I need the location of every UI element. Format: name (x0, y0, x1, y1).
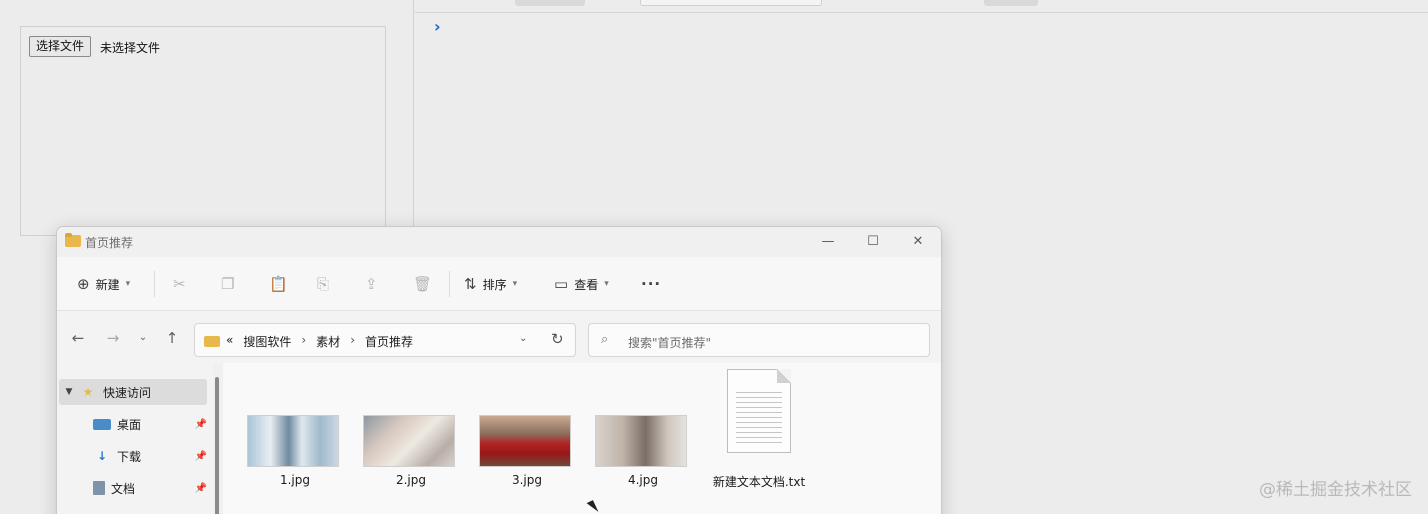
share-icon: ⇪ (365, 275, 378, 293)
nav-item-label: 快速访问 (103, 385, 152, 400)
nav-item-documents[interactable]: 文档 📌 (59, 475, 207, 501)
up-arrow-icon[interactable]: ↑ (161, 328, 183, 348)
view-button[interactable]: ▭ 查看 ▾ (554, 273, 609, 295)
nav-item-label: 文档 (111, 481, 136, 496)
download-icon: ↓ (96, 449, 108, 463)
nav-scrollbar[interactable] (213, 363, 223, 514)
content-area: ▼ ★ 快速访问 桌面 📌 ↓ 下载 📌 文档 📌 1.jpg 2.jpg 3.… (57, 363, 941, 514)
chevron-down-icon: ▾ (512, 279, 518, 289)
title-bar[interactable]: 首页推荐 — ☐ ✕ (57, 227, 941, 257)
new-label: 新建 (95, 277, 120, 292)
file-status-text: 未选择文件 (100, 41, 161, 55)
file-name: 1.jpg (279, 473, 311, 487)
image-thumbnail (363, 415, 455, 467)
pin-icon: 📌 (194, 482, 207, 494)
file-name: 2.jpg (395, 473, 427, 487)
clipboard-icon: 📋 (269, 275, 288, 293)
rename-button[interactable]: ⎘ (317, 273, 329, 295)
maximize-button[interactable]: ☐ (858, 231, 888, 253)
refresh-icon[interactable]: ↻ (551, 330, 564, 348)
delete-button[interactable]: 🗑 (413, 273, 432, 295)
image-thumbnail (479, 415, 571, 467)
new-button[interactable]: ⊕ 新建 ▾ (77, 273, 130, 295)
desktop-icon (93, 418, 111, 430)
separator (449, 271, 450, 297)
image-thumbnail (247, 415, 339, 467)
copy-icon: ❐ (221, 275, 235, 293)
breadcrumb-segment[interactable]: 搜图软件 (243, 333, 291, 350)
pin-icon: 📌 (194, 418, 207, 430)
search-icon: ⌕ (601, 332, 609, 347)
file-name: 新建文本文档.txt (712, 475, 806, 489)
nav-item-downloads[interactable]: ↓ 下载 📌 (59, 443, 207, 469)
view-icon: ▭ (554, 275, 569, 293)
back-arrow-icon[interactable]: ← (67, 328, 89, 348)
cut-button[interactable]: ✂ (173, 273, 186, 295)
document-icon (93, 481, 105, 495)
choose-file-button[interactable]: 选择文件 (29, 36, 92, 57)
breadcrumb-segment[interactable]: 首页推荐 (365, 333, 413, 350)
chevron-down-icon: ▾ (125, 279, 131, 289)
scrollbar-thumb[interactable] (215, 377, 219, 514)
share-button[interactable]: ⇪ (365, 273, 378, 295)
file-list: 1.jpg 2.jpg 3.jpg 4.jpg 新建文本文档.txt (237, 363, 941, 514)
pin-icon: 📌 (194, 450, 207, 462)
sort-label: 排序 (482, 277, 507, 292)
console-prompt-icon[interactable]: › (434, 17, 441, 36)
separator (154, 271, 155, 297)
trash-icon: 🗑 (413, 275, 433, 293)
more-icon: ··· (641, 275, 662, 293)
toolbar-filter-input[interactable] (640, 0, 822, 6)
breadcrumb-separator-icon: › (350, 333, 355, 347)
navigation-pane: ▼ ★ 快速访问 桌面 📌 ↓ 下载 📌 文档 📌 (57, 363, 213, 514)
address-field[interactable]: « 搜图软件 › 素材 › 首页推荐 ⌄ ↻ (194, 323, 576, 357)
upload-panel: 选择文件 未选择文件 (20, 26, 386, 236)
breadcrumb-separator-icon: › (301, 333, 307, 347)
folder-icon (65, 233, 81, 247)
star-icon: ★ (82, 385, 94, 399)
nav-item-desktop[interactable]: 桌面 📌 (59, 411, 207, 437)
file-name: 3.jpg (511, 473, 543, 487)
minimize-button[interactable]: — (813, 231, 843, 253)
scissors-icon: ✂ (173, 275, 186, 293)
nav-item-label: 桌面 (117, 417, 142, 432)
view-label: 查看 (574, 277, 599, 292)
chevron-down-icon: ▾ (604, 279, 609, 289)
breadcrumb-overflow[interactable]: « (226, 333, 233, 350)
breadcrumb-segment[interactable]: 素材 (316, 333, 340, 350)
nav-item-label: 下载 (117, 449, 142, 464)
image-thumbnail (595, 415, 687, 467)
close-button[interactable]: ✕ (903, 231, 933, 253)
file-name: 4.jpg (627, 473, 659, 487)
sort-button[interactable]: ⇅ 排序 ▾ (464, 273, 517, 295)
console-toolbar (415, 0, 1428, 13)
plus-circle-icon: ⊕ (77, 275, 90, 293)
chevron-down-icon[interactable]: ▼ (59, 387, 79, 397)
search-field[interactable]: ⌕ 搜索"首页推荐" (588, 323, 930, 357)
forward-arrow-icon[interactable]: → (102, 328, 124, 348)
breadcrumb: « 搜图软件 › 素材 › 首页推荐 (226, 333, 413, 350)
window-title: 首页推荐 (85, 236, 134, 250)
text-file-icon (727, 369, 791, 453)
watermark: @稀土掘金技术社区 (1259, 480, 1412, 500)
paste-button[interactable]: 📋 (269, 273, 288, 295)
address-bar-row: ← → ⌄ ↑ « 搜图软件 › 素材 › 首页推荐 ⌄ ↻ ⌕ 搜索"首页推荐… (57, 311, 941, 363)
rename-icon: ⎘ (317, 275, 330, 293)
command-bar: ⊕ 新建 ▾ ✂ ❐ 📋 ⎘ ⇪ 🗑 ⇅ 排序 ▾ ▭ 查看 ▾ ··· (57, 257, 941, 311)
sort-icon: ⇅ (464, 275, 477, 293)
toolbar-button[interactable] (984, 0, 1038, 6)
recent-chevron-icon[interactable]: ⌄ (132, 328, 154, 348)
toolbar-button[interactable] (515, 0, 585, 6)
nav-item-quick-access[interactable]: ▼ ★ 快速访问 (59, 379, 207, 405)
copy-button[interactable]: ❐ (221, 273, 234, 295)
more-button[interactable]: ··· (641, 273, 661, 295)
search-placeholder: 搜索"首页推荐" (628, 336, 712, 350)
file-explorer-window: 首页推荐 — ☐ ✕ ⊕ 新建 ▾ ✂ ❐ 📋 ⎘ ⇪ 🗑 ⇅ 排序 ▾ ▭ 查… (56, 226, 942, 514)
address-dropdown-icon[interactable]: ⌄ (519, 333, 527, 344)
folder-icon (204, 336, 220, 347)
